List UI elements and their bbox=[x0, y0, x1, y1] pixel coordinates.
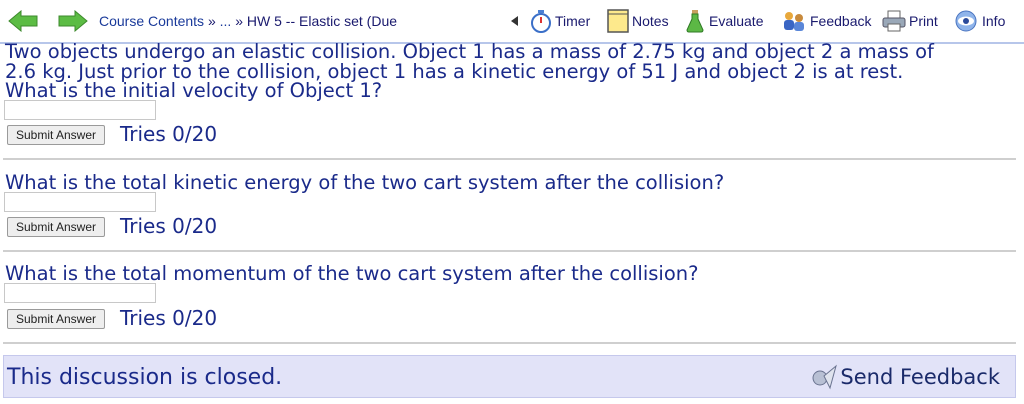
breadcrumb-separator: » bbox=[235, 13, 243, 29]
send-feedback-link[interactable]: Send Feedback bbox=[810, 364, 1000, 390]
feedback-label: Feedback bbox=[810, 13, 872, 29]
timer-label: Timer bbox=[555, 13, 591, 29]
stopwatch-icon bbox=[531, 10, 551, 33]
breadcrumb-ellipsis[interactable]: ... bbox=[220, 13, 232, 29]
notes-label: Notes bbox=[632, 13, 669, 29]
notes-button[interactable]: Notes bbox=[607, 8, 669, 34]
collapse-triangle-icon[interactable] bbox=[511, 16, 518, 26]
send-feedback-label: Send Feedback bbox=[840, 365, 1000, 389]
info-button[interactable]: Info bbox=[953, 8, 1005, 34]
info-eye-icon bbox=[955, 10, 977, 32]
question-2-submit-button[interactable]: Submit Answer bbox=[7, 217, 105, 237]
printer-icon bbox=[882, 10, 906, 32]
breadcrumb-course-contents[interactable]: Course Contents bbox=[99, 13, 204, 29]
question-3-tries: Tries 0/20 bbox=[120, 306, 218, 330]
flask-icon bbox=[686, 10, 704, 33]
question-2-answer-input[interactable] bbox=[4, 192, 156, 212]
info-label: Info bbox=[982, 13, 1006, 29]
breadcrumb-separator: » bbox=[207, 13, 216, 29]
divider bbox=[3, 158, 1016, 160]
forward-arrow-icon[interactable] bbox=[58, 10, 88, 32]
question-1-text: What is the initial velocity of Object 1… bbox=[5, 79, 383, 102]
breadcrumb-current: HW 5 -- Elastic set (Due bbox=[246, 13, 398, 29]
question-1-submit-button[interactable]: Submit Answer bbox=[7, 125, 105, 145]
problem-statement-line-1: Two objects undergo an elastic collision… bbox=[5, 40, 934, 63]
top-navigation-bar: Course Contents » ... » HW 5 -- Elastic … bbox=[0, 0, 1024, 44]
question-1-answer-input[interactable] bbox=[4, 100, 156, 120]
breadcrumb: Course Contents » ... » HW 5 -- Elastic … bbox=[99, 13, 397, 29]
evaluate-label: Evaluate bbox=[709, 13, 764, 29]
evaluate-button[interactable]: Evaluate bbox=[684, 8, 763, 34]
divider bbox=[3, 342, 1016, 344]
question-2-tries: Tries 0/20 bbox=[120, 214, 218, 238]
print-label: Print bbox=[909, 13, 938, 29]
notepad-icon bbox=[607, 9, 629, 33]
timer-button[interactable]: Timer bbox=[530, 8, 590, 34]
back-arrow-icon[interactable] bbox=[8, 10, 38, 32]
discussion-status: This discussion is closed. bbox=[7, 365, 283, 390]
divider bbox=[3, 250, 1016, 252]
question-3-answer-input[interactable] bbox=[4, 283, 156, 303]
question-1-tries: Tries 0/20 bbox=[120, 122, 218, 146]
question-2-text: What is the total kinetic energy of the … bbox=[5, 171, 725, 194]
discussion-bar: This discussion is closed. Send Feedback bbox=[3, 355, 1016, 398]
feedback-people-icon bbox=[784, 12, 804, 31]
send-feedback-icon bbox=[812, 364, 838, 390]
feedback-button[interactable]: Feedback bbox=[781, 8, 871, 34]
question-3-submit-button[interactable]: Submit Answer bbox=[7, 309, 105, 329]
print-button[interactable]: Print bbox=[882, 8, 938, 34]
question-3-text: What is the total momentum of the two ca… bbox=[5, 262, 699, 285]
